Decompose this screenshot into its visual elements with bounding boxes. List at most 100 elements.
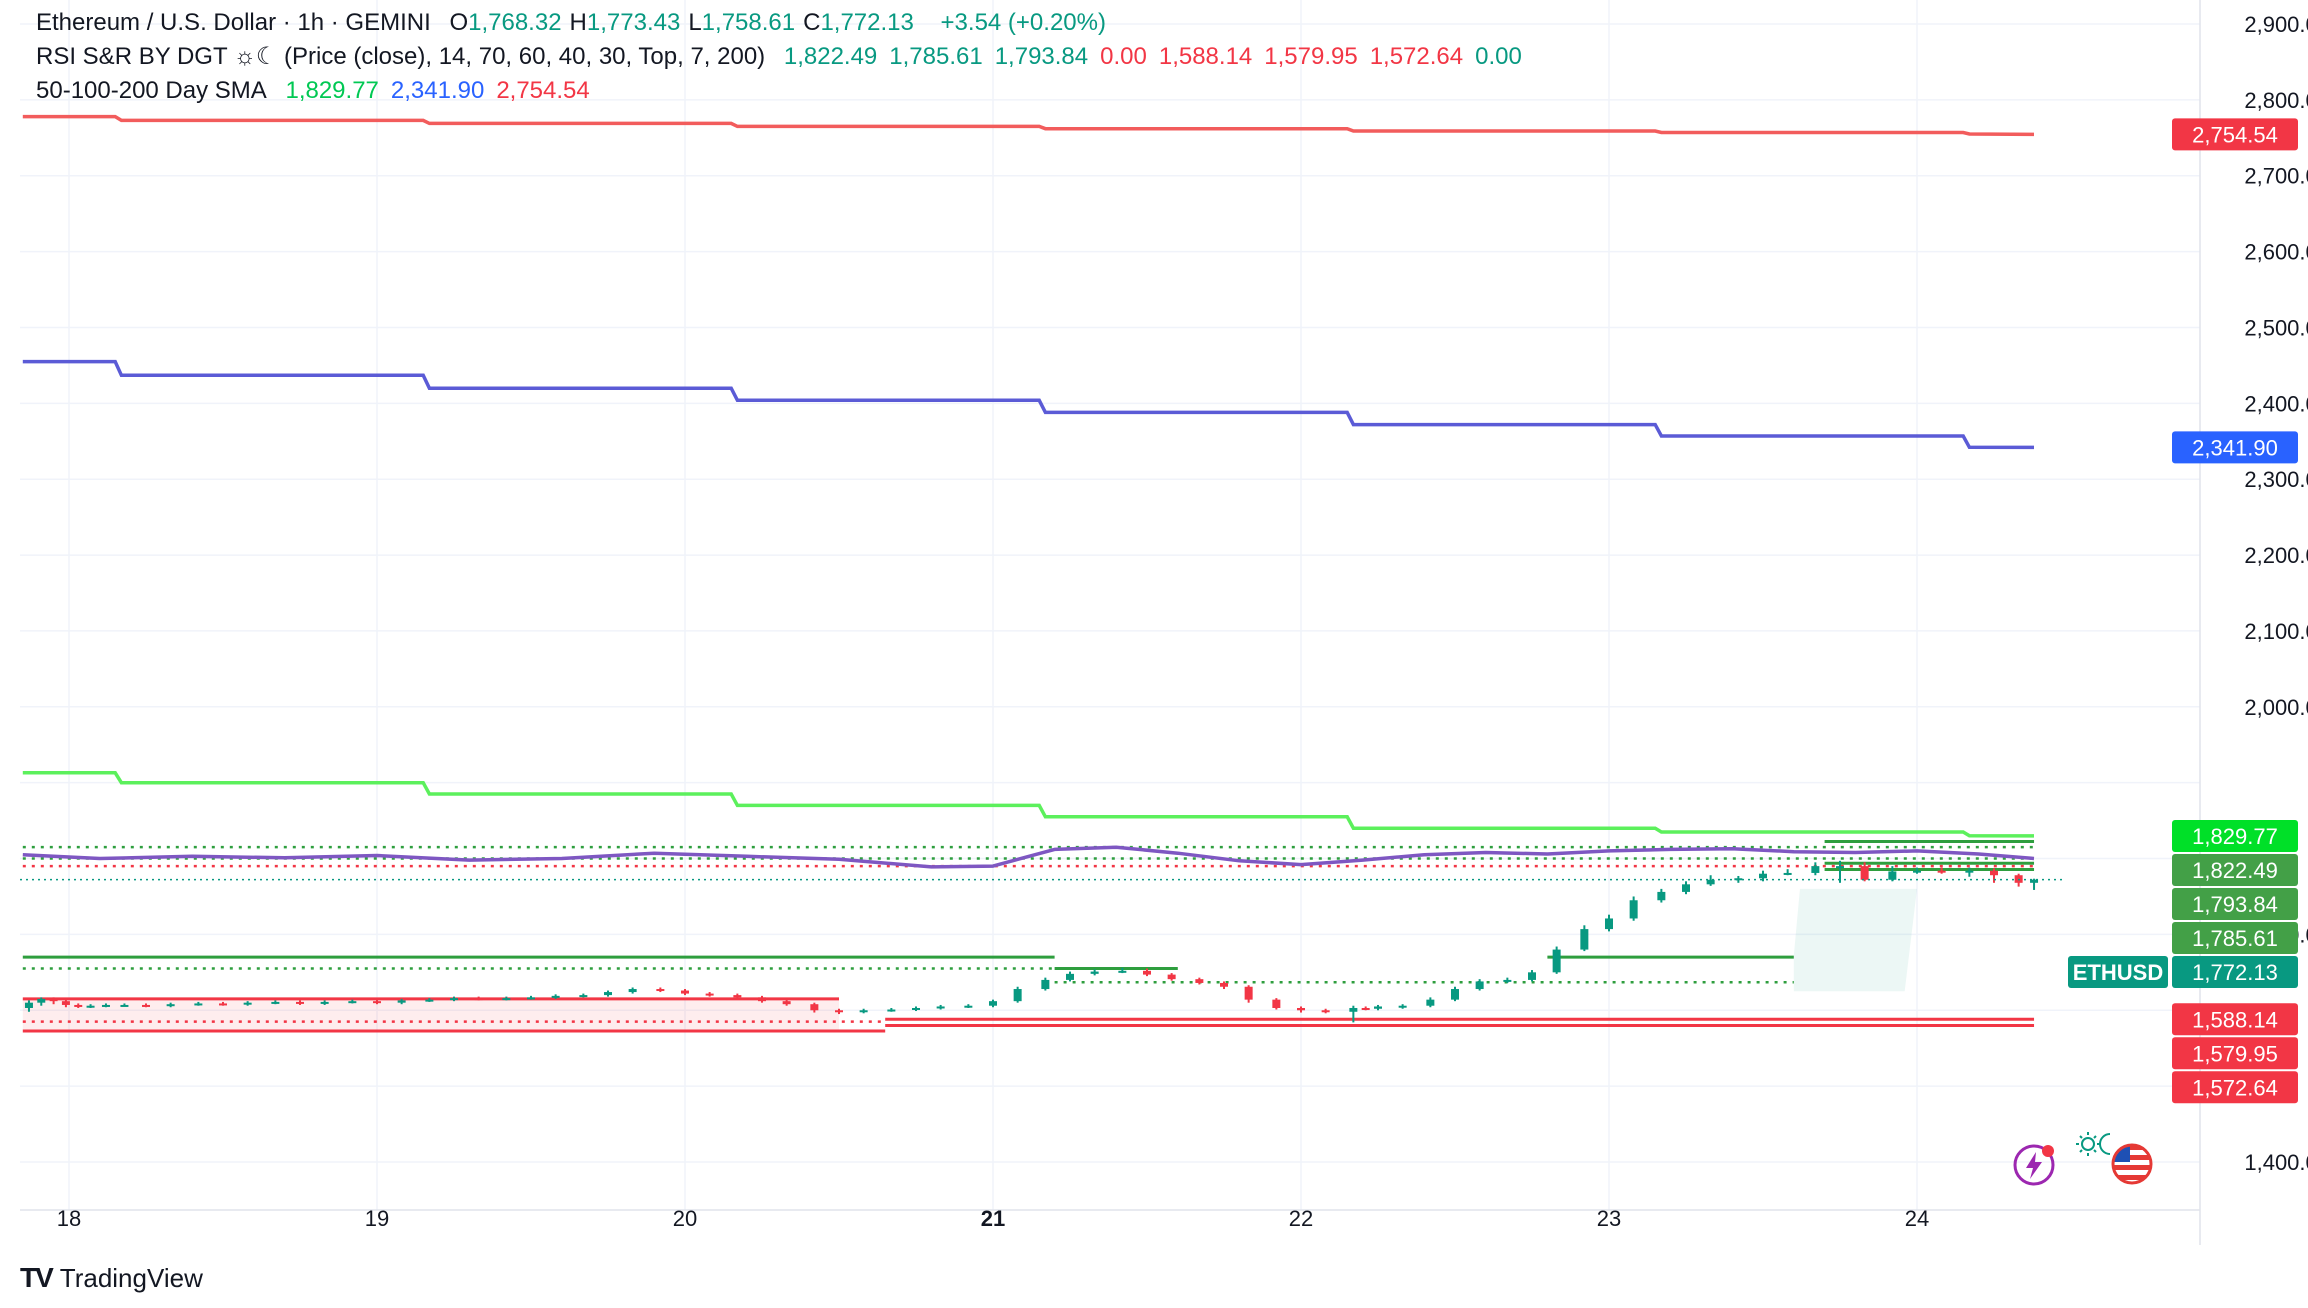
candle-body[interactable]: [1657, 891, 1666, 901]
candle-body[interactable]: [320, 1001, 329, 1004]
candle-body[interactable]: [1580, 929, 1589, 950]
time-axis-label[interactable]: 23: [1597, 1206, 1621, 1231]
candle-body[interactable]: [1888, 871, 1897, 880]
sma-indicator-name[interactable]: 50-100-200 Day SMA: [36, 77, 267, 104]
candle-body[interactable]: [1272, 999, 1281, 1008]
candle-body[interactable]: [101, 1004, 110, 1007]
candle-body[interactable]: [194, 1003, 203, 1006]
candle-body[interactable]: [37, 998, 46, 1003]
candle-body[interactable]: [61, 1001, 70, 1005]
candle-body[interactable]: [1167, 974, 1176, 980]
candle-body[interactable]: [1220, 982, 1228, 987]
candle-body[interactable]: [887, 1009, 896, 1012]
candle-body[interactable]: [1528, 972, 1536, 980]
candle-body[interactable]: [1041, 979, 1050, 990]
legend-main-row[interactable]: Ethereum / U.S. Dollar · 1h · GEMINI O1,…: [36, 6, 1546, 40]
candle-body[interactable]: [120, 1004, 129, 1007]
candle-body[interactable]: [1965, 870, 1974, 873]
candle-body[interactable]: [1759, 873, 1767, 879]
candle-body[interactable]: [1503, 979, 1512, 982]
candle-body[interactable]: [1143, 970, 1151, 975]
candle-body[interactable]: [628, 989, 637, 993]
price-axis-label[interactable]: 2,500.00: [2244, 315, 2308, 340]
candle-body[interactable]: [551, 995, 560, 998]
candle-body[interactable]: [474, 998, 483, 1001]
candle-body[interactable]: [450, 998, 458, 1001]
price-axis-label[interactable]: 2,300.00: [2244, 467, 2308, 492]
candle-body[interactable]: [1734, 878, 1743, 881]
candle-body[interactable]: [1013, 989, 1022, 1002]
candle-body[interactable]: [989, 1001, 997, 1006]
candle-body[interactable]: [502, 998, 511, 1001]
tradingview-branding[interactable]: TV TradingView: [20, 1262, 203, 1294]
candle-body[interactable]: [1629, 900, 1638, 919]
candle-body[interactable]: [936, 1006, 945, 1009]
price-chart[interactable]: 2,900.00 2,800.00 2,700.00 2,600.00 2,500.00…: [0, 0, 2308, 1308]
candle-body[interactable]: [86, 1005, 95, 1008]
candle-body[interactable]: [681, 990, 689, 994]
candle-body[interactable]: [656, 989, 665, 992]
candle-body[interactable]: [1913, 870, 1921, 873]
price-axis-label[interactable]: 2,200.00: [2244, 543, 2308, 568]
candle-body[interactable]: [373, 1001, 381, 1004]
candle-body[interactable]: [1836, 866, 1844, 869]
price-axis-label[interactable]: 2,700.00: [2244, 164, 2308, 189]
time-axis-label[interactable]: 21: [981, 1206, 1005, 1231]
candle-body[interactable]: [835, 1010, 843, 1013]
candle-body[interactable]: [1090, 971, 1099, 974]
price-axis-label[interactable]: 2,600.00: [2244, 240, 2308, 265]
time-axis-label[interactable]: 22: [1289, 1206, 1313, 1231]
time-axis-label[interactable]: 20: [673, 1206, 697, 1231]
candle-body[interactable]: [579, 995, 588, 998]
price-axis-label[interactable]: 2,800.00: [2244, 88, 2308, 113]
candle-body[interactable]: [1244, 986, 1253, 1000]
symbol-title[interactable]: Ethereum / U.S. Dollar · 1h · GEMINI: [36, 9, 431, 36]
lightning-icon[interactable]: [2012, 1143, 2056, 1192]
candle-body[interactable]: [810, 1004, 819, 1011]
candle-body[interactable]: [1321, 1010, 1330, 1013]
candle-body[interactable]: [49, 998, 58, 1002]
candle-body[interactable]: [1195, 979, 1204, 983]
candle-body[interactable]: [1118, 970, 1127, 973]
candle-body[interactable]: [1990, 870, 1998, 876]
candle-body[interactable]: [24, 1002, 33, 1008]
candle-body[interactable]: [859, 1010, 868, 1013]
candle-body[interactable]: [219, 1003, 227, 1006]
candle-body[interactable]: [1374, 1006, 1382, 1009]
time-axis-label[interactable]: 24: [1905, 1206, 1929, 1231]
candle-body[interactable]: [1682, 884, 1690, 892]
rsi-indicator-name[interactable]: RSI S&R BY DGT ☼☾ (Price (close), 14, 70…: [36, 43, 765, 70]
candle-body[interactable]: [1860, 866, 1869, 880]
candle-body[interactable]: [1398, 1005, 1407, 1008]
time-axis-label[interactable]: 19: [365, 1206, 389, 1231]
us-flag-icon[interactable]: [2110, 1142, 2154, 1191]
candle-body[interactable]: [1552, 949, 1561, 973]
candle-body[interactable]: [397, 1000, 406, 1003]
candle-body[interactable]: [142, 1004, 150, 1007]
candle-body[interactable]: [1706, 879, 1715, 885]
legend-sma-row[interactable]: 50-100-200 Day SMA 1,829.77 2,341.90 2,754…: [36, 74, 1546, 108]
candle-body[interactable]: [1605, 918, 1613, 930]
candle-body[interactable]: [243, 1002, 252, 1005]
time-axis-label[interactable]: 18: [57, 1206, 81, 1231]
candle-body[interactable]: [733, 995, 742, 998]
candle-body[interactable]: [166, 1004, 175, 1007]
candle-body[interactable]: [1066, 973, 1074, 980]
candle-body[interactable]: [782, 1001, 791, 1005]
candle-body[interactable]: [1937, 870, 1946, 873]
candle-body[interactable]: [1783, 872, 1792, 875]
candle-body[interactable]: [348, 1001, 357, 1004]
candle-body[interactable]: [1297, 1007, 1305, 1011]
candle-body[interactable]: [1451, 989, 1459, 1000]
price-axis-label[interactable]: 2,100.00: [2244, 619, 2308, 644]
candle-body[interactable]: [527, 997, 535, 1000]
candle-body[interactable]: [1349, 1007, 1358, 1012]
candle-body[interactable]: [964, 1005, 973, 1008]
candle-body[interactable]: [1361, 1007, 1370, 1010]
candle-body[interactable]: [705, 993, 714, 996]
candle-body[interactable]: [758, 997, 766, 1002]
candle-body[interactable]: [296, 1001, 304, 1004]
legend-rsi-row[interactable]: RSI S&R BY DGT ☼☾ (Price (close), 14, 70…: [36, 40, 1546, 74]
candle-body[interactable]: [74, 1004, 83, 1007]
price-axis-label[interactable]: 2,400.00: [2244, 391, 2308, 416]
